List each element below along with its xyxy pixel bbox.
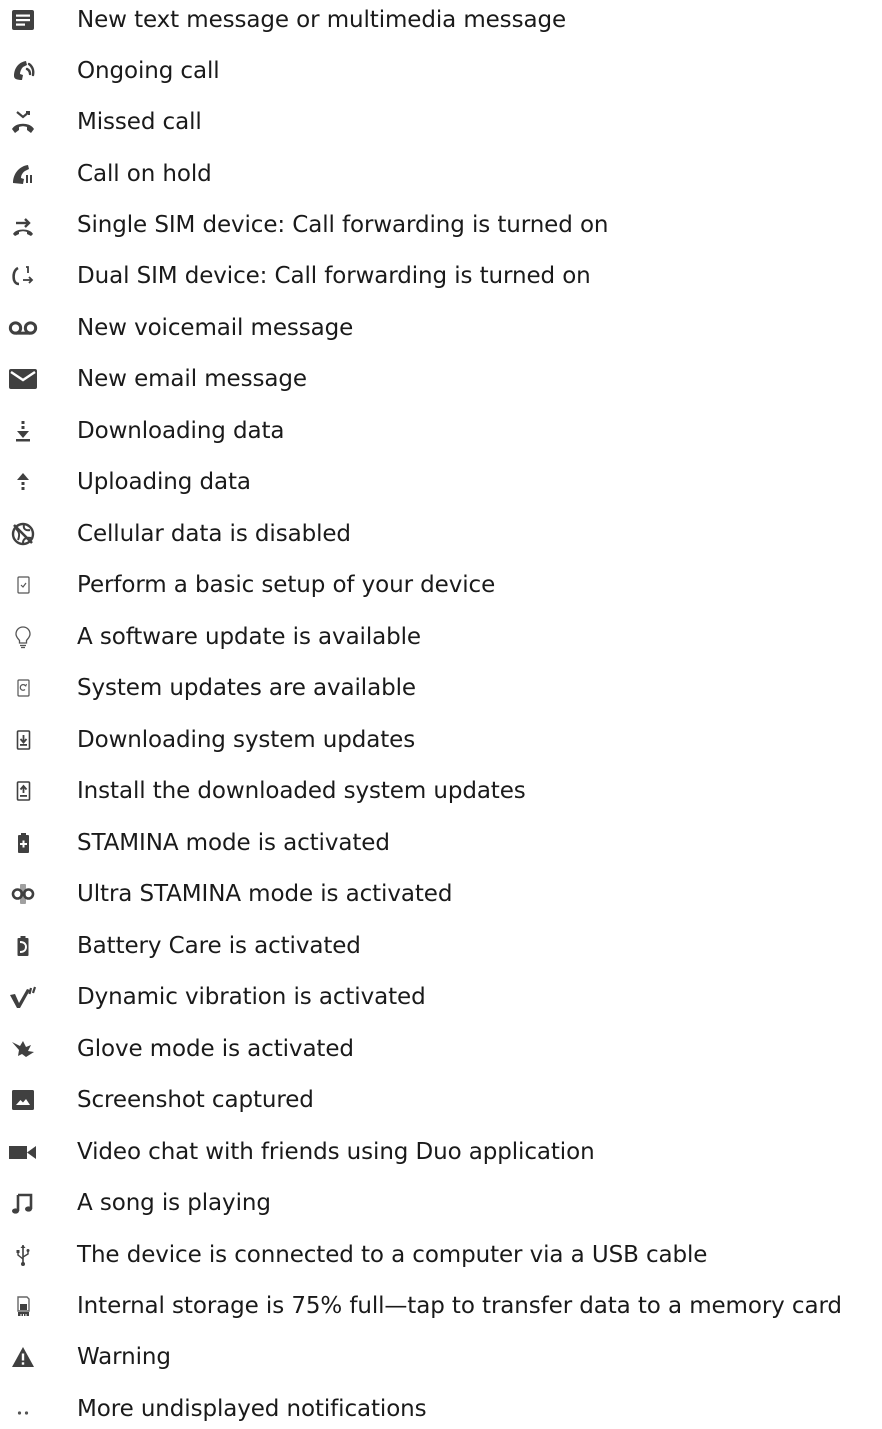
list-item-label: New email message <box>77 366 307 392</box>
list-item-label: Ultra STAMINA mode is activated <box>77 881 453 907</box>
warning-icon <box>8 1337 38 1377</box>
list-item: Cellular data is disabled <box>0 514 882 554</box>
list-item: Glove mode is activated <box>0 1029 882 1069</box>
list-item-label: Ongoing call <box>77 58 220 84</box>
ongoing-call-icon <box>8 51 38 91</box>
list-item: Install the downloaded system updates <box>0 771 882 811</box>
battery-care-icon <box>8 926 38 966</box>
missed-call-icon <box>8 102 38 142</box>
list-item-label: Missed call <box>77 109 202 135</box>
glove-mode-icon <box>8 1029 38 1069</box>
dual-sim-call-forwarding-icon <box>8 256 38 296</box>
list-item-label: New text message or multimedia message <box>77 7 566 33</box>
list-item: Downloading system updates <box>0 720 882 760</box>
list-item: New text message or multimedia message <box>0 0 882 40</box>
download-icon <box>8 411 38 451</box>
list-item: System updates are available <box>0 668 882 708</box>
list-item-label: Glove mode is activated <box>77 1036 354 1062</box>
list-item: Warning <box>0 1337 882 1377</box>
list-item-label: Install the downloaded system updates <box>77 778 526 804</box>
cellular-data-disabled-icon <box>8 514 38 554</box>
list-item-label: Call on hold <box>77 161 212 187</box>
upload-icon <box>8 462 38 502</box>
list-item: Perform a basic setup of your device <box>0 565 882 605</box>
list-item-label: Cellular data is disabled <box>77 521 351 547</box>
internal-storage-icon <box>8 1286 38 1326</box>
list-item-label: Video chat with friends using Duo applic… <box>77 1139 595 1165</box>
video-chat-icon <box>8 1132 38 1172</box>
message-icon <box>8 0 38 40</box>
list-item: More undisplayed notifications <box>0 1389 882 1429</box>
call-forwarding-icon <box>8 205 38 245</box>
list-item-label: STAMINA mode is activated <box>77 830 390 856</box>
system-update-icon <box>8 668 38 708</box>
list-item: Ongoing call <box>0 51 882 91</box>
list-item-label: Downloading system updates <box>77 727 416 753</box>
list-item-label: Internal storage is 75% full—tap to tran… <box>77 1293 842 1319</box>
list-item-label: Dual SIM device: Call forwarding is turn… <box>77 263 591 289</box>
list-item: Uploading data <box>0 462 882 502</box>
install-system-update-icon <box>8 771 38 811</box>
list-item: A song is playing <box>0 1183 882 1223</box>
list-item: The device is connected to a computer vi… <box>0 1235 882 1275</box>
list-item: Downloading data <box>0 411 882 451</box>
list-item-label: New voicemail message <box>77 315 354 341</box>
list-item-label: System updates are available <box>77 675 416 701</box>
screenshot-icon <box>8 1080 38 1120</box>
list-item-label: Screenshot captured <box>77 1087 314 1113</box>
list-item: Call on hold <box>0 154 882 194</box>
list-item: Internal storage is 75% full—tap to tran… <box>0 1286 882 1326</box>
music-note-icon <box>8 1183 38 1223</box>
usb-icon <box>8 1235 38 1275</box>
list-item: New voicemail message <box>0 308 882 348</box>
list-item-label: A song is playing <box>77 1190 271 1216</box>
dynamic-vibration-icon <box>8 977 38 1017</box>
list-item: A software update is available <box>0 617 882 657</box>
email-icon <box>8 359 38 399</box>
list-item: New email message <box>0 359 882 399</box>
list-item-label: Single SIM device: Call forwarding is tu… <box>77 212 609 238</box>
list-item-label: Dynamic vibration is activated <box>77 984 426 1010</box>
list-item-label: Battery Care is activated <box>77 933 361 959</box>
downloading-system-update-icon <box>8 720 38 760</box>
list-item-label: Warning <box>77 1344 171 1370</box>
list-item: Dynamic vibration is activated <box>0 977 882 1017</box>
voicemail-icon <box>8 308 38 348</box>
list-item: Ultra STAMINA mode is activated <box>0 874 882 914</box>
ultra-stamina-mode-icon <box>8 874 38 914</box>
list-item: Missed call <box>0 102 882 142</box>
list-item-label: More undisplayed notifications <box>77 1396 427 1422</box>
list-item: Battery Care is activated <box>0 926 882 966</box>
call-on-hold-icon <box>8 154 38 194</box>
list-item-label: A software update is available <box>77 624 421 650</box>
list-item: Video chat with friends using Duo applic… <box>0 1132 882 1172</box>
stamina-mode-icon <box>8 823 38 863</box>
list-item: Single SIM device: Call forwarding is tu… <box>0 205 882 245</box>
more-notifications-icon <box>8 1389 38 1429</box>
list-item: STAMINA mode is activated <box>0 823 882 863</box>
list-item: Dual SIM device: Call forwarding is turn… <box>0 256 882 296</box>
list-item-label: Uploading data <box>77 469 251 495</box>
list-item-label: The device is connected to a computer vi… <box>77 1242 708 1268</box>
device-setup-icon <box>8 565 38 605</box>
list-item: Screenshot captured <box>0 1080 882 1120</box>
lightbulb-icon <box>8 617 38 657</box>
list-item-label: Downloading data <box>77 418 285 444</box>
list-item-label: Perform a basic setup of your device <box>77 572 496 598</box>
